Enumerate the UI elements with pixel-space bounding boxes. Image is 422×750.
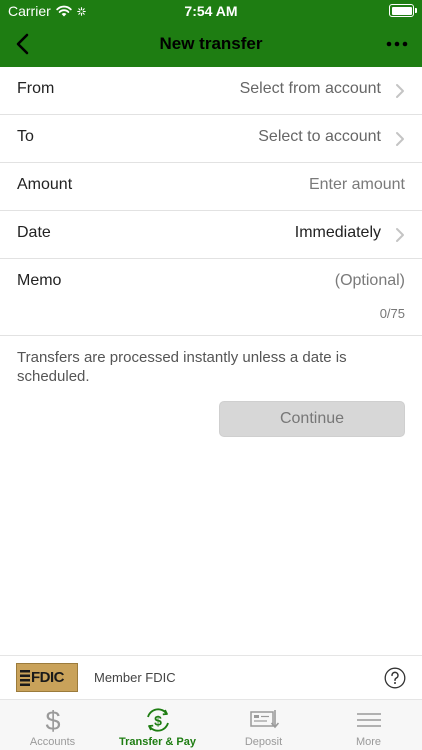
- page-title: New transfer: [159, 34, 263, 53]
- menu-icon: [357, 713, 381, 727]
- to-label: To: [17, 128, 34, 145]
- transfer-form: From Select from account To Select to ac…: [0, 67, 422, 336]
- date-value: Immediately: [294, 224, 381, 241]
- from-account-row[interactable]: From Select from account: [0, 67, 422, 115]
- memo-character-counter: 0/75: [379, 306, 405, 321]
- memo-label: Memo: [17, 272, 62, 289]
- status-bar: Carrier 7:54 AM: [0, 0, 422, 22]
- chevron-right-icon: [396, 228, 404, 242]
- continue-button[interactable]: Continue: [219, 401, 405, 437]
- date-row[interactable]: Date Immediately: [0, 211, 422, 259]
- amount-row: Amount Enter amount: [0, 163, 422, 211]
- amount-label: Amount: [17, 176, 73, 193]
- amount-input[interactable]: Enter amount: [309, 176, 405, 194]
- dollar-icon: $: [45, 706, 60, 734]
- more-dots-icon[interactable]: [386, 34, 408, 54]
- memo-row: Memo (Optional) 0/75: [0, 259, 422, 336]
- help-icon[interactable]: [384, 667, 406, 689]
- tab-more-label: More: [355, 736, 382, 748]
- chevron-right-icon: [396, 132, 404, 146]
- check-deposit-icon: [250, 710, 279, 729]
- from-account-value: Select from account: [239, 80, 381, 97]
- svg-text:$: $: [154, 713, 162, 729]
- from-label: From: [17, 80, 55, 97]
- transfer-dollar-icon: $: [147, 708, 169, 732]
- tab-deposit-label: Deposit: [244, 736, 283, 748]
- fdic-footer: FDIC Member FDIC: [0, 655, 422, 700]
- status-time: 7:54 AM: [184, 3, 238, 19]
- tab-bar: $ Accounts $ Transfer & Pay Deposit More: [0, 700, 422, 750]
- tab-deposit[interactable]: Deposit: [211, 700, 316, 750]
- tab-transfer-pay[interactable]: $ Transfer & Pay: [105, 700, 210, 750]
- chevron-right-icon: [396, 84, 404, 98]
- to-account-value: Select to account: [258, 128, 381, 145]
- transfer-info-text: Transfers are processed instantly unless…: [17, 349, 347, 385]
- tab-accounts[interactable]: $ Accounts: [0, 700, 105, 750]
- battery-icon: [389, 4, 417, 17]
- fdic-stripes-icon: [20, 670, 30, 686]
- tab-accounts-label: Accounts: [29, 736, 76, 748]
- memo-input[interactable]: (Optional): [335, 272, 405, 290]
- date-label: Date: [17, 224, 51, 241]
- navigation-bar: New transfer: [0, 22, 422, 67]
- to-account-row[interactable]: To Select to account: [0, 115, 422, 163]
- svg-text:$: $: [45, 706, 60, 734]
- tab-transfer-pay-label: Transfer & Pay: [118, 736, 197, 748]
- tab-more[interactable]: More: [316, 700, 421, 750]
- fdic-logo-text: FDIC: [31, 669, 65, 686]
- fdic-logo: FDIC: [16, 663, 78, 692]
- member-fdic-text: Member FDIC: [94, 670, 176, 685]
